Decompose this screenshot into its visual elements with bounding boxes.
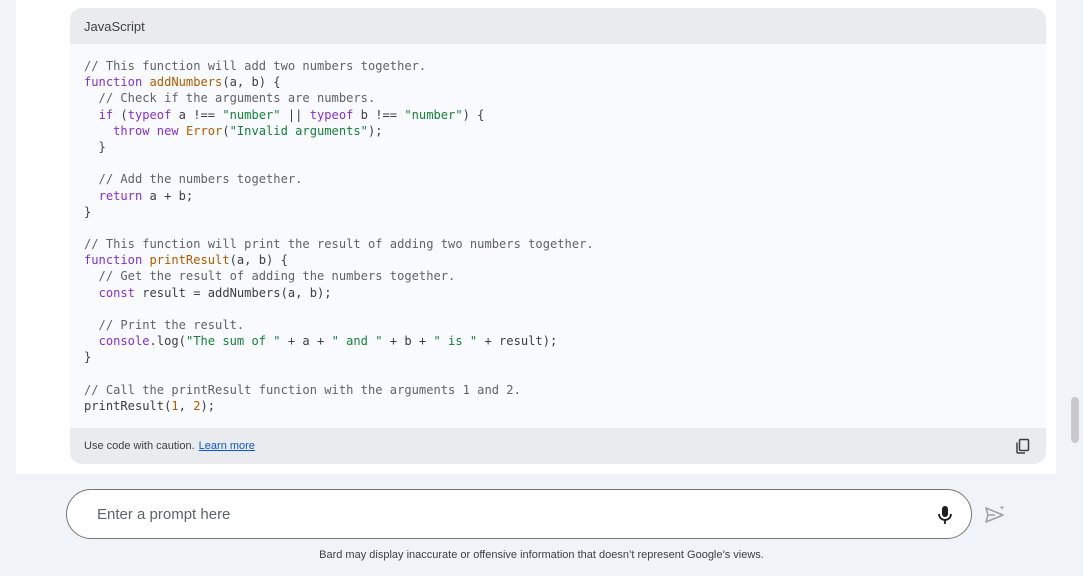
code-token: "number": [404, 107, 463, 122]
code-token: const: [98, 285, 135, 300]
code-line: // Call the printResult function with th…: [84, 382, 1032, 398]
code-token: + a +: [280, 334, 332, 349]
disclaimer-text: Bard may display inaccurate or offensive…: [319, 549, 764, 561]
code-token: // Add the numbers together.: [84, 172, 303, 187]
code-token: (a, b) {: [222, 75, 281, 90]
code-content: // This function will add two numbers to…: [70, 44, 1046, 428]
code-token: // This function will print the result o…: [84, 237, 594, 252]
code-token: + result);: [477, 334, 558, 349]
code-token: // Check if the arguments are numbers.: [84, 91, 376, 106]
code-token: console: [98, 334, 150, 349]
code-token: "number": [222, 107, 281, 122]
mic-icon[interactable]: [933, 503, 957, 527]
code-token: return: [98, 188, 143, 203]
code-token: " is ": [433, 334, 478, 349]
code-token: }: [84, 350, 92, 365]
code-token: (: [113, 107, 128, 122]
code-token: "Invalid arguments": [229, 123, 368, 138]
code-token: result = addNumbers(a, b);: [134, 285, 332, 300]
code-token: typeof: [309, 107, 354, 122]
code-token: }: [84, 139, 106, 154]
code-line: // This function will add two numbers to…: [84, 58, 1032, 74]
code-token: function: [84, 253, 150, 268]
code-token: // Get the result of adding the numbers …: [84, 269, 456, 284]
code-token: ||: [280, 107, 310, 122]
send-icon[interactable]: [983, 503, 1007, 527]
code-token: (a, b) {: [229, 253, 288, 268]
code-footer: Use code with caution. Learn more: [70, 428, 1046, 464]
code-line: throw new Error("Invalid arguments");: [84, 123, 1032, 139]
code-token: printResult: [149, 253, 230, 268]
code-token: 1: [171, 398, 179, 413]
code-line: }: [84, 204, 1032, 220]
code-line: // This function will print the result o…: [84, 236, 1032, 252]
code-line: // Check if the arguments are numbers.: [84, 90, 1032, 106]
code-token: "The sum of ": [185, 334, 281, 349]
code-token: );: [367, 123, 383, 138]
code-line: }: [84, 139, 1032, 155]
code-line: }: [84, 349, 1032, 365]
code-token: typeof: [127, 107, 172, 122]
code-token: // This function will add two numbers to…: [84, 59, 427, 73]
code-token: function: [84, 75, 150, 90]
code-token: if: [98, 107, 114, 122]
code-token: ,: [178, 398, 194, 413]
code-line: printResult(1, 2);: [84, 398, 1032, 414]
code-token: (: [222, 123, 230, 138]
code-token: // Print the result.: [84, 318, 245, 332]
scrollbar[interactable]: [1071, 397, 1079, 443]
code-line: if (typeof a !== "number" || typeof b !=…: [84, 107, 1032, 123]
code-line: const result = addNumbers(a, b);: [84, 285, 1032, 301]
code-token: 2: [193, 398, 201, 413]
code-token: // Call the printResult function with th…: [84, 382, 521, 397]
prompt-input[interactable]: [95, 504, 899, 524]
code-line: // Get the result of adding the numbers …: [84, 268, 1032, 284]
code-token: .log(: [149, 334, 186, 349]
copy-icon[interactable]: [1014, 437, 1032, 455]
code-token: addNumbers: [149, 75, 223, 90]
prompt-box: [66, 489, 972, 539]
caution-text: Use code with caution.: [84, 440, 195, 452]
code-token: ) {: [462, 107, 485, 122]
code-token: );: [200, 398, 216, 413]
code-line: console.log("The sum of " + a + " and " …: [84, 333, 1032, 349]
code-token: a !==: [171, 107, 223, 122]
code-token: throw new: [113, 123, 179, 138]
code-line: function printResult(a, b) {: [84, 252, 1032, 268]
code-line: // Add the numbers together.: [84, 171, 1032, 187]
code-line: return a + b;: [84, 188, 1032, 204]
code-token: }: [84, 204, 92, 219]
code-token: printResult(: [84, 398, 172, 413]
code-token: b !==: [353, 107, 405, 122]
code-token: Error: [185, 123, 223, 138]
code-line: // Print the result.: [84, 317, 1032, 333]
code-line: function addNumbers(a, b) {: [84, 74, 1032, 90]
code-block: JavaScript // This function will add two…: [70, 8, 1046, 464]
code-token: a + b;: [142, 188, 194, 203]
code-token: " and ": [331, 334, 383, 349]
learn-more-link[interactable]: Learn more: [199, 440, 255, 452]
code-language-label: JavaScript: [70, 8, 1046, 44]
code-token: + b +: [382, 334, 434, 349]
